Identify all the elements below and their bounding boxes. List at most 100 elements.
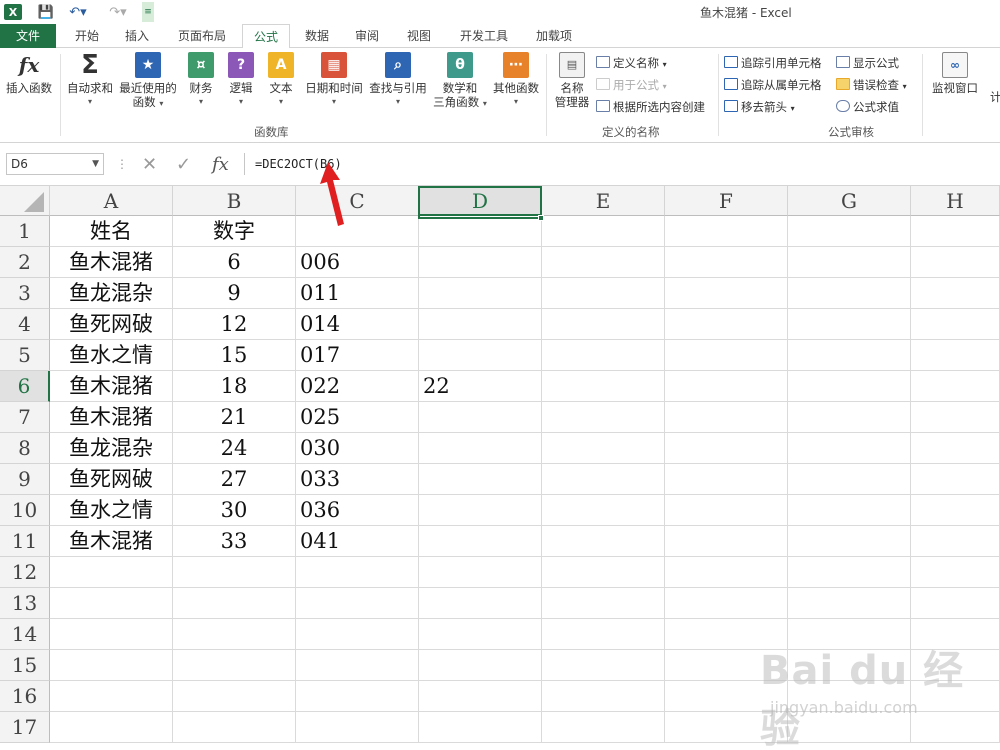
cell-d9[interactable]: [419, 464, 542, 495]
cell-d6[interactable]: 22: [419, 371, 542, 402]
cell-d17[interactable]: [419, 712, 542, 743]
cell-c1[interactable]: [296, 216, 419, 247]
column-header-a[interactable]: A: [50, 186, 173, 216]
cell-e1[interactable]: [542, 216, 665, 247]
cell-e17[interactable]: [542, 712, 665, 743]
cell-c6[interactable]: 022: [296, 371, 419, 402]
cell-d8[interactable]: [419, 433, 542, 464]
column-header-g[interactable]: G: [788, 186, 911, 216]
save-icon[interactable]: 💾: [36, 2, 56, 22]
cell-b5[interactable]: 15: [173, 340, 296, 371]
tab-review[interactable]: 审阅: [346, 24, 388, 48]
cell-c14[interactable]: [296, 619, 419, 650]
cell-d7[interactable]: [419, 402, 542, 433]
tab-data[interactable]: 数据: [296, 24, 338, 48]
cell-a8[interactable]: 鱼龙混杂: [50, 433, 173, 464]
cell-c9[interactable]: 033: [296, 464, 419, 495]
cell-d13[interactable]: [419, 588, 542, 619]
cell-b16[interactable]: [173, 681, 296, 712]
redo-icon[interactable]: ↷▾: [104, 2, 132, 22]
cell-c12[interactable]: [296, 557, 419, 588]
customize-toolbar-icon[interactable]: ≡: [142, 2, 154, 22]
cell-g13[interactable]: [788, 588, 911, 619]
define-name-button[interactable]: 定义名称 ▾: [596, 54, 667, 72]
cell-e8[interactable]: [542, 433, 665, 464]
financial-button[interactable]: ¤ 财务 ▾: [184, 52, 218, 109]
row-header-3[interactable]: 3: [0, 278, 50, 309]
cell-a4[interactable]: 鱼死网破: [50, 309, 173, 340]
row-header-16[interactable]: 16: [0, 681, 50, 712]
row-header-11[interactable]: 11: [0, 526, 50, 557]
cell-h11[interactable]: [911, 526, 1000, 557]
cell-e2[interactable]: [542, 247, 665, 278]
cell-f9[interactable]: [665, 464, 788, 495]
cell-f12[interactable]: [665, 557, 788, 588]
cell-d4[interactable]: [419, 309, 542, 340]
cell-g8[interactable]: [788, 433, 911, 464]
cell-d1[interactable]: [419, 216, 542, 247]
cell-e6[interactable]: [542, 371, 665, 402]
cell-b7[interactable]: 21: [173, 402, 296, 433]
cell-b14[interactable]: [173, 619, 296, 650]
cell-g5[interactable]: [788, 340, 911, 371]
cell-b9[interactable]: 27: [173, 464, 296, 495]
cell-c13[interactable]: [296, 588, 419, 619]
cell-h12[interactable]: [911, 557, 1000, 588]
cell-e15[interactable]: [542, 650, 665, 681]
cell-c11[interactable]: 041: [296, 526, 419, 557]
cell-b2[interactable]: 6: [173, 247, 296, 278]
cell-a1[interactable]: 姓名: [50, 216, 173, 247]
cell-g12[interactable]: [788, 557, 911, 588]
evaluate-formula-button[interactable]: 公式求值: [836, 98, 899, 116]
tab-file[interactable]: 文件: [0, 24, 56, 48]
cell-e9[interactable]: [542, 464, 665, 495]
cell-g10[interactable]: [788, 495, 911, 526]
insert-function-button[interactable]: fx 插入函数: [4, 52, 54, 95]
cancel-icon[interactable]: ✕: [142, 154, 157, 175]
enter-icon[interactable]: ✓: [176, 154, 191, 175]
fill-handle[interactable]: [538, 215, 544, 221]
cell-f5[interactable]: [665, 340, 788, 371]
cell-d5[interactable]: [419, 340, 542, 371]
cell-a2[interactable]: 鱼木混猪: [50, 247, 173, 278]
row-header-6[interactable]: 6: [0, 371, 50, 402]
tab-home[interactable]: 开始: [62, 24, 112, 48]
row-header-10[interactable]: 10: [0, 495, 50, 526]
cell-a11[interactable]: 鱼木混猪: [50, 526, 173, 557]
cell-f1[interactable]: [665, 216, 788, 247]
column-header-c[interactable]: C: [296, 186, 419, 216]
cell-a5[interactable]: 鱼水之情: [50, 340, 173, 371]
cell-e13[interactable]: [542, 588, 665, 619]
cell-e16[interactable]: [542, 681, 665, 712]
calculation-options-partial[interactable]: 计: [990, 88, 1000, 106]
cell-f11[interactable]: [665, 526, 788, 557]
cell-h1[interactable]: [911, 216, 1000, 247]
cell-b1[interactable]: 数字: [173, 216, 296, 247]
datetime-button[interactable]: ▦ 日期和时间 ▾: [302, 52, 366, 109]
formula-input[interactable]: =DEC2OCT(B6): [244, 153, 1000, 175]
cell-g2[interactable]: [788, 247, 911, 278]
cell-a17[interactable]: [50, 712, 173, 743]
name-manager-button[interactable]: ▤ 名称 管理器: [552, 52, 592, 109]
cell-b17[interactable]: [173, 712, 296, 743]
logical-button[interactable]: ? 逻辑 ▾: [226, 52, 256, 109]
cell-a13[interactable]: [50, 588, 173, 619]
column-header-f[interactable]: F: [665, 186, 788, 216]
cell-a10[interactable]: 鱼水之情: [50, 495, 173, 526]
cell-h5[interactable]: [911, 340, 1000, 371]
row-header-13[interactable]: 13: [0, 588, 50, 619]
cell-g6[interactable]: [788, 371, 911, 402]
autosum-button[interactable]: Σ 自动求和 ▾: [64, 52, 116, 109]
column-header-b[interactable]: B: [173, 186, 296, 216]
cell-a3[interactable]: 鱼龙混杂: [50, 278, 173, 309]
row-header-15[interactable]: 15: [0, 650, 50, 681]
cell-g11[interactable]: [788, 526, 911, 557]
cell-a6[interactable]: 鱼木混猪: [50, 371, 173, 402]
cell-c8[interactable]: 030: [296, 433, 419, 464]
cell-b10[interactable]: 30: [173, 495, 296, 526]
cell-c17[interactable]: [296, 712, 419, 743]
math-trig-button[interactable]: θ 数学和 三角函数 ▾: [432, 52, 488, 111]
cell-e14[interactable]: [542, 619, 665, 650]
cell-f8[interactable]: [665, 433, 788, 464]
cell-e7[interactable]: [542, 402, 665, 433]
